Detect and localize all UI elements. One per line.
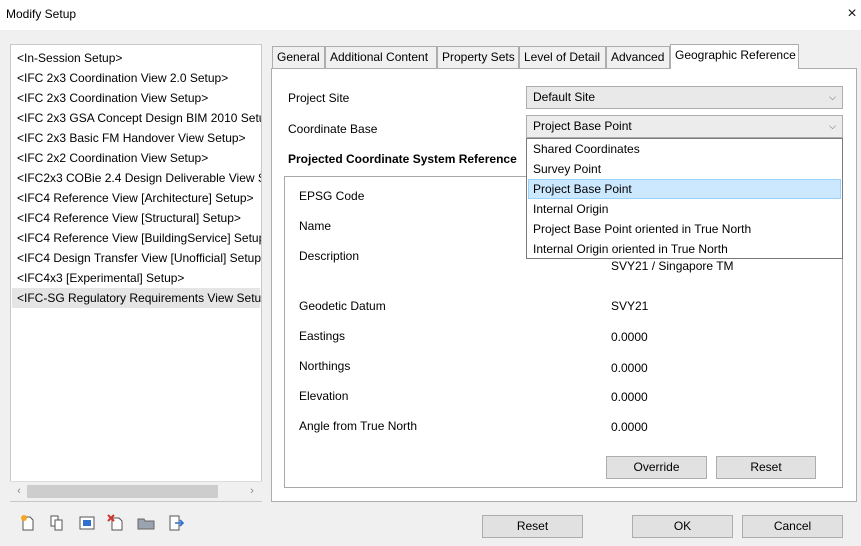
setup-list-item[interactable]: <IFC4 Reference View [Structural] Setup> — [17, 208, 241, 228]
export-setup-icon[interactable] — [167, 514, 185, 532]
epsg-code-label: EPSG Code — [299, 189, 365, 203]
eastings-value: 0.0000 — [611, 330, 648, 344]
northings-value: 0.0000 — [611, 361, 648, 375]
setup-list-item[interactable]: <IFC4 Reference View [Architecture] Setu… — [17, 188, 254, 208]
dropdown-option-selected[interactable]: Project Base Point — [528, 179, 841, 199]
setup-list-item-selected[interactable]: <IFC-SG Regulatory Requirements View Set… — [12, 288, 261, 308]
scrollbar-thumb[interactable] — [27, 485, 218, 498]
setup-list-item[interactable]: <IFC4 Design Transfer View [Unofficial] … — [17, 248, 261, 268]
coordinate-base-options[interactable]: Shared Coordinates Survey Point Project … — [526, 138, 843, 259]
duplicate-setup-icon[interactable] — [48, 514, 66, 532]
setup-list-item[interactable]: <IFC 2x3 Coordination View 2.0 Setup> — [17, 68, 228, 88]
project-site-dropdown[interactable]: Default Site ⌵ — [526, 86, 843, 109]
description-label: Description — [299, 249, 360, 263]
setup-list-item[interactable]: <IFC 2x3 GSA Concept Design BIM 2010 Set… — [17, 108, 261, 128]
project-site-value: Default Site — [533, 90, 596, 104]
scroll-left-icon[interactable]: ‹ — [11, 482, 27, 500]
setup-list-item[interactable]: <IFC 2x2 Coordination View Setup> — [17, 148, 208, 168]
tab-geographic-reference[interactable]: Geographic Reference — [670, 44, 799, 69]
eastings-label: Eastings — [299, 329, 346, 343]
elevation-label: Elevation — [299, 389, 349, 403]
tab-general[interactable]: General — [272, 46, 325, 68]
import-setup-icon[interactable] — [137, 514, 155, 532]
tab-advanced[interactable]: Advanced — [606, 46, 670, 68]
setup-list-item[interactable]: <IFC 2x3 Basic FM Handover View Setup> — [17, 128, 246, 148]
description-value: SVY21 / Singapore TM — [611, 259, 734, 273]
coordinate-base-value: Project Base Point — [533, 119, 632, 133]
tab-property-sets[interactable]: Property Sets — [437, 46, 519, 68]
setup-list-item[interactable]: <IFC2x3 COBie 2.4 Design Deliverable Vie… — [17, 168, 261, 188]
title-bar — [0, 0, 861, 30]
setup-list-item[interactable]: <IFC4x3 [Experimental] Setup> — [17, 268, 184, 288]
cancel-button[interactable]: Cancel — [742, 515, 843, 538]
geodetic-datum-label: Geodetic Datum — [299, 299, 386, 313]
dropdown-option[interactable]: Shared Coordinates — [528, 139, 841, 159]
projected-crs-heading: Projected Coordinate System Reference — [288, 152, 517, 166]
chevron-down-icon: ⌵ — [829, 121, 836, 131]
ok-button[interactable]: OK — [632, 515, 733, 538]
dropdown-option[interactable]: Internal Origin — [528, 199, 841, 219]
dropdown-option[interactable]: Survey Point — [528, 159, 841, 179]
setup-list-item[interactable]: <IFC4 Reference View [BuildingService] S… — [17, 228, 261, 248]
elevation-value: 0.0000 — [611, 390, 648, 404]
tab-additional-content[interactable]: Additional Content — [325, 46, 437, 68]
dropdown-option[interactable]: Internal Origin oriented in True North — [528, 239, 841, 259]
northings-label: Northings — [299, 359, 351, 373]
setup-list-item[interactable]: <In-Session Setup> — [17, 48, 122, 68]
coordinate-base-label: Coordinate Base — [288, 122, 378, 136]
angle-true-north-label: Angle from True North — [299, 419, 418, 433]
tab-level-of-detail[interactable]: Level of Detail — [519, 46, 606, 68]
scroll-right-icon[interactable]: › — [244, 482, 260, 500]
chevron-down-icon: ⌵ — [829, 92, 836, 102]
coordinate-base-dropdown[interactable]: Project Base Point ⌵ — [526, 115, 843, 138]
rename-setup-icon[interactable] — [78, 514, 96, 532]
name-label: Name — [299, 219, 332, 233]
window-title: Modify Setup — [6, 7, 77, 21]
new-setup-icon[interactable] — [19, 514, 37, 532]
reset-button[interactable]: Reset — [482, 515, 583, 538]
override-button[interactable]: Override — [606, 456, 707, 479]
project-site-label: Project Site — [288, 91, 350, 105]
dropdown-option[interactable]: Project Base Point oriented in True Nort… — [528, 219, 841, 239]
delete-setup-icon[interactable] — [107, 514, 125, 532]
angle-true-north-value: 0.0000 — [611, 420, 648, 434]
geodetic-datum-value: SVY21 — [611, 299, 649, 313]
setup-list[interactable]: <In-Session Setup> <IFC 2x3 Coordination… — [10, 44, 262, 502]
group-reset-button[interactable]: Reset — [716, 456, 816, 479]
close-button[interactable]: × — [843, 4, 861, 24]
setup-list-item[interactable]: <IFC 2x3 Coordination View Setup> — [17, 88, 208, 108]
